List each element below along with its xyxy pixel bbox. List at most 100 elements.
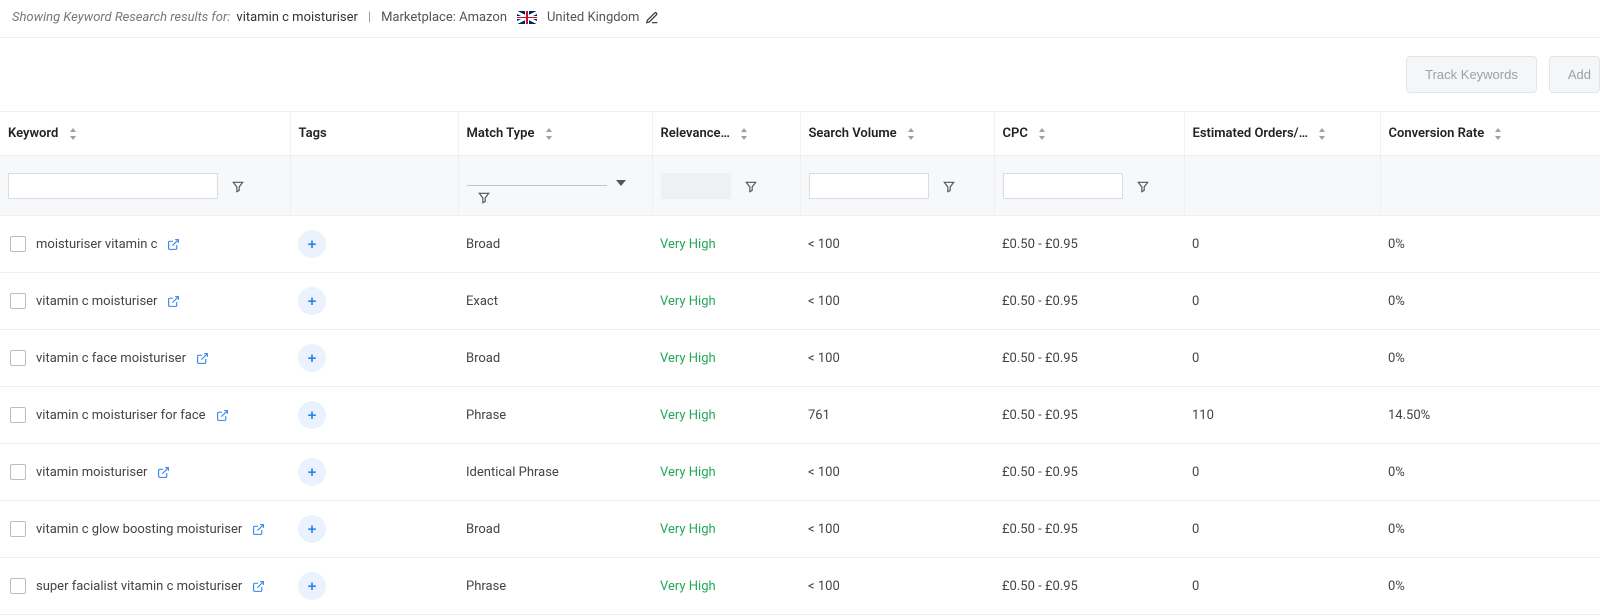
add-tag-button[interactable]: +	[298, 515, 326, 543]
match-type-cell: Phrase	[458, 387, 652, 444]
search-volume-cell: < 100	[800, 273, 994, 330]
external-link-icon[interactable]	[167, 238, 180, 251]
marketplace-label: Marketplace: Amazon	[381, 10, 507, 25]
relevance-cell: Very High	[652, 444, 800, 501]
results-prefix: Showing Keyword Research results for:	[12, 10, 230, 25]
relevance-cell: Very High	[652, 501, 800, 558]
results-header: Showing Keyword Research results for: vi…	[0, 0, 1600, 38]
external-link-icon[interactable]	[196, 352, 209, 365]
keyword-text: vitamin c face moisturiser	[36, 351, 186, 366]
match-type-cell: Identical Phrase	[458, 444, 652, 501]
sort-icon	[1317, 128, 1327, 140]
keyword-text: vitamin c glow boosting moisturiser	[36, 522, 242, 537]
edit-icon[interactable]	[645, 11, 659, 25]
row-checkbox[interactable]	[10, 521, 26, 537]
cpc-cell: £0.50 - £0.95	[994, 558, 1184, 615]
filter-cell-match	[458, 156, 652, 216]
add-tag-button[interactable]: +	[298, 287, 326, 315]
col-header-orders[interactable]: Estimated Orders/…	[1184, 112, 1380, 156]
search-volume-cell: 761	[800, 387, 994, 444]
filter-icon[interactable]	[1136, 180, 1150, 194]
cpc-cell: £0.50 - £0.95	[994, 273, 1184, 330]
keyword-filter-input[interactable]	[8, 173, 218, 199]
estimated-orders-cell: 0	[1184, 444, 1380, 501]
row-checkbox[interactable]	[10, 464, 26, 480]
conversion-rate-cell: 0%	[1380, 330, 1600, 387]
relevance-cell: Very High	[652, 330, 800, 387]
cpc-cell: £0.50 - £0.95	[994, 387, 1184, 444]
filter-cell-conversion	[1380, 156, 1600, 216]
match-type-cell: Broad	[458, 501, 652, 558]
add-tag-button[interactable]: +	[298, 344, 326, 372]
match-filter-select[interactable]	[467, 166, 607, 186]
add-tag-button[interactable]: +	[298, 458, 326, 486]
add-tag-button[interactable]: +	[298, 572, 326, 600]
add-button[interactable]: Add	[1549, 56, 1600, 93]
conversion-rate-cell: 0%	[1380, 501, 1600, 558]
keyword-text: super facialist vitamin c moisturiser	[36, 579, 242, 594]
cpc-cell: £0.50 - £0.95	[994, 444, 1184, 501]
filter-cell-relevance	[652, 156, 800, 216]
row-checkbox[interactable]	[10, 236, 26, 252]
sort-icon	[1037, 128, 1047, 140]
row-checkbox[interactable]	[10, 407, 26, 423]
filter-icon[interactable]	[942, 180, 956, 194]
col-header-cpc[interactable]: CPC	[994, 112, 1184, 156]
keyword-text: vitamin c moisturiser for face	[36, 408, 206, 423]
marketplace-country: United Kingdom	[547, 10, 639, 25]
filter-icon[interactable]	[231, 180, 245, 194]
keyword-text: vitamin c moisturiser	[36, 294, 157, 309]
track-keywords-button[interactable]: Track Keywords	[1406, 56, 1537, 93]
match-type-cell: Exact	[458, 273, 652, 330]
conversion-rate-cell: 0%	[1380, 444, 1600, 501]
estimated-orders-cell: 0	[1184, 330, 1380, 387]
actions-row: Track Keywords Add	[0, 38, 1600, 111]
relevance-cell: Very High	[652, 387, 800, 444]
cpc-filter-input[interactable]	[1003, 173, 1123, 199]
keyword-text: vitamin moisturiser	[36, 465, 147, 480]
table-row: moisturiser vitamin c + Broad Very High …	[0, 216, 1600, 273]
filter-icon[interactable]	[744, 180, 758, 194]
filter-cell-orders	[1184, 156, 1380, 216]
col-header-tags[interactable]: Tags	[290, 112, 458, 156]
row-checkbox[interactable]	[10, 293, 26, 309]
external-link-icon[interactable]	[216, 409, 229, 422]
add-tag-button[interactable]: +	[298, 230, 326, 258]
external-link-icon[interactable]	[252, 523, 265, 536]
sort-icon	[544, 128, 554, 140]
external-link-icon[interactable]	[167, 295, 180, 308]
filter-cell-cpc	[994, 156, 1184, 216]
table-row: vitamin c moisturiser for face + Phrase …	[0, 387, 1600, 444]
sort-icon	[906, 128, 916, 140]
conversion-rate-cell: 0%	[1380, 558, 1600, 615]
estimated-orders-cell: 0	[1184, 501, 1380, 558]
estimated-orders-cell: 110	[1184, 387, 1380, 444]
cpc-cell: £0.50 - £0.95	[994, 501, 1184, 558]
estimated-orders-cell: 0	[1184, 216, 1380, 273]
filter-cell-volume	[800, 156, 994, 216]
row-checkbox[interactable]	[10, 578, 26, 594]
col-header-match[interactable]: Match Type	[458, 112, 652, 156]
col-header-conversion[interactable]: Conversion Rate	[1380, 112, 1600, 156]
col-header-volume[interactable]: Search Volume	[800, 112, 994, 156]
relevance-filter-input[interactable]	[661, 173, 731, 199]
add-tag-button[interactable]: +	[298, 401, 326, 429]
search-volume-cell: < 100	[800, 216, 994, 273]
relevance-cell: Very High	[652, 558, 800, 615]
table-row: vitamin c glow boosting moisturiser + Br…	[0, 501, 1600, 558]
col-header-keyword[interactable]: Keyword	[0, 112, 290, 156]
table-row: vitamin moisturiser + Identical Phrase V…	[0, 444, 1600, 501]
search-term: vitamin c moisturiser	[236, 10, 357, 25]
col-header-relevance[interactable]: Relevance…	[652, 112, 800, 156]
filter-icon[interactable]	[477, 191, 491, 205]
search-volume-cell: < 100	[800, 558, 994, 615]
row-checkbox[interactable]	[10, 350, 26, 366]
relevance-cell: Very High	[652, 273, 800, 330]
chevron-down-icon[interactable]	[616, 178, 626, 188]
match-type-cell: Broad	[458, 216, 652, 273]
conversion-rate-cell: 14.50%	[1380, 387, 1600, 444]
uk-flag-icon	[517, 11, 537, 24]
volume-filter-input[interactable]	[809, 173, 929, 199]
external-link-icon[interactable]	[157, 466, 170, 479]
cpc-cell: £0.50 - £0.95	[994, 330, 1184, 387]
